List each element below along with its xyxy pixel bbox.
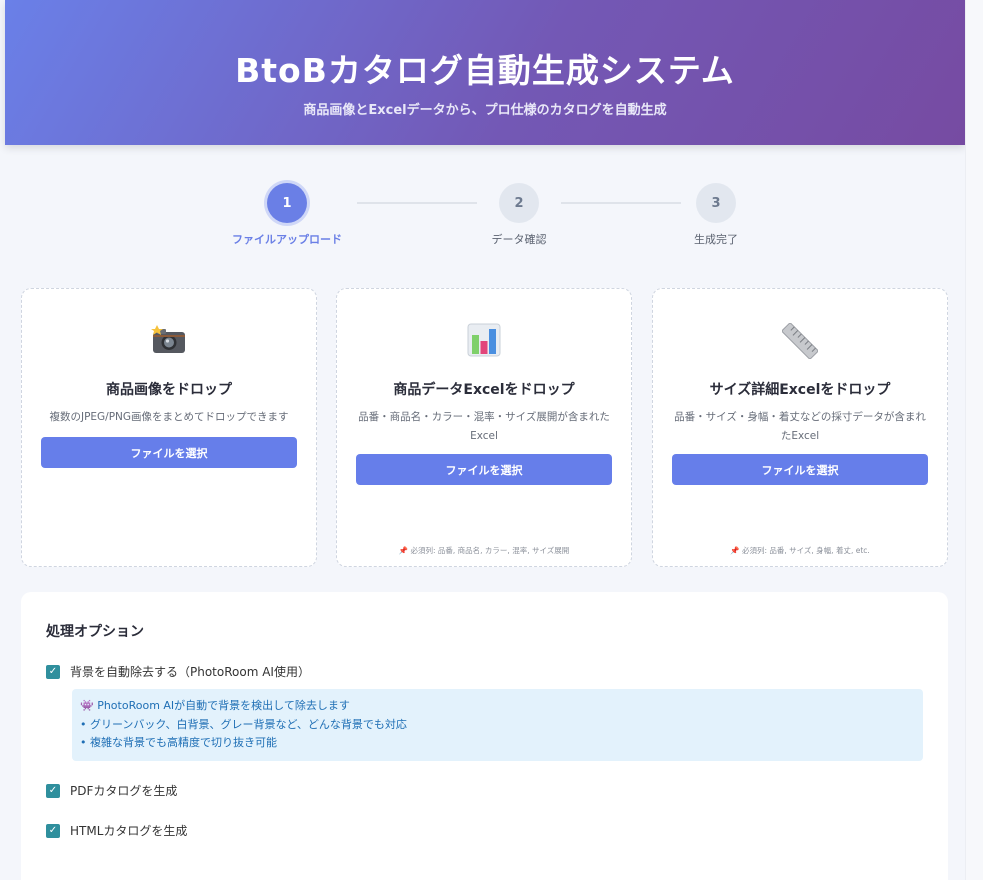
size-excel-required-columns: 📌 必須列: 品番, サイズ, 身幅, 着丈, etc. <box>653 545 947 556</box>
select-product-excel-button[interactable]: ファイルを選択 <box>356 454 612 485</box>
product-excel-description: 品番・商品名・カラー・混率・サイズ展開が含まれたExcel <box>358 411 610 442</box>
image-dropzone-title: 商品画像をドロップ <box>106 382 232 398</box>
required-columns-text: 必須列: 品番, サイズ, 身幅, 着丈, etc. <box>741 546 870 555</box>
html-catalog-option[interactable]: ✓ HTMLカタログを生成 <box>46 822 187 839</box>
progress-stepper: 1 ファイルアップロード 2 データ確認 3 生成完了 <box>0 0 983 260</box>
step-2-indicator: 2 <box>499 183 539 223</box>
select-size-excel-button[interactable]: ファイルを選択 <box>672 454 928 485</box>
robot-icon: 👾 <box>80 699 94 712</box>
step-1-indicator: 1 <box>267 183 307 223</box>
select-image-files-button[interactable]: ファイルを選択 <box>41 437 297 468</box>
pin-icon: 📌 <box>730 546 740 555</box>
pdf-catalog-option[interactable]: ✓ PDFカタログを生成 <box>46 782 177 799</box>
info-line: 👾 PhotoRoom AIが自動で背景を検出して除去します <box>80 697 915 716</box>
info-line-1: PhotoRoom AIが自動で背景を検出して除去します <box>97 699 350 712</box>
camera-icon <box>22 323 316 363</box>
ruler-icon <box>653 323 947 363</box>
bar-chart-icon <box>337 323 631 363</box>
remove-background-option[interactable]: ✓ 背景を自動除去する（PhotoRoom AI使用） <box>46 663 310 680</box>
step-connector <box>357 202 477 204</box>
image-dropzone[interactable]: 商品画像をドロップ 複数のJPEG/PNG画像をまとめてドロップできます ファイ… <box>21 288 317 567</box>
pdf-catalog-label: PDFカタログを生成 <box>70 784 178 798</box>
remove-background-label: 背景を自動除去する（PhotoRoom AI使用） <box>70 665 310 679</box>
pdf-catalog-checkbox[interactable]: ✓ <box>46 783 60 798</box>
step-3-indicator: 3 <box>696 183 736 223</box>
remove-background-checkbox[interactable]: ✓ <box>46 664 60 679</box>
processing-options-panel: 処理オプション ✓ 背景を自動除去する（PhotoRoom AI使用） 👾 Ph… <box>21 592 948 880</box>
photoroom-info-box: 👾 PhotoRoom AIが自動で背景を検出して除去します • グリーンバック… <box>72 689 923 761</box>
step-connector <box>561 202 681 204</box>
product-excel-required-columns: 📌 必須列: 品番, 商品名, カラー, 混率, サイズ展開 <box>337 545 631 556</box>
step-2-label: データ確認 <box>491 233 547 246</box>
size-excel-title: サイズ詳細Excelをドロップ <box>709 382 891 398</box>
size-excel-dropzone[interactable]: サイズ詳細Excelをドロップ 品番・サイズ・身幅・着丈などの採寸データが含まれ… <box>652 288 948 567</box>
image-dropzone-description: 複数のJPEG/PNG画像をまとめてドロップできます <box>49 411 289 423</box>
pin-icon: 📌 <box>398 546 409 555</box>
product-excel-dropzone[interactable]: 商品データExcelをドロップ 品番・商品名・カラー・混率・サイズ展開が含まれた… <box>336 288 632 567</box>
required-columns-text: 必須列: 品番, 商品名, カラー, 混率, サイズ展開 <box>410 546 570 555</box>
step-1-label: ファイルアップロード <box>232 233 342 246</box>
info-line-2: • グリーンバック、白背景、グレー背景など、どんな背景でも対応 <box>80 717 407 731</box>
product-excel-title: 商品データExcelをドロップ <box>393 382 575 398</box>
html-catalog-label: HTMLカタログを生成 <box>70 824 188 838</box>
info-line-3: • 複雑な背景でも高精度で切り抜き可能 <box>80 736 277 749</box>
step-3-label: 生成完了 <box>694 233 738 246</box>
options-title: 処理オプション <box>46 624 144 640</box>
html-catalog-checkbox[interactable]: ✓ <box>46 823 60 838</box>
size-excel-description: 品番・サイズ・身幅・着丈などの採寸データが含まれたExcel <box>674 411 926 442</box>
